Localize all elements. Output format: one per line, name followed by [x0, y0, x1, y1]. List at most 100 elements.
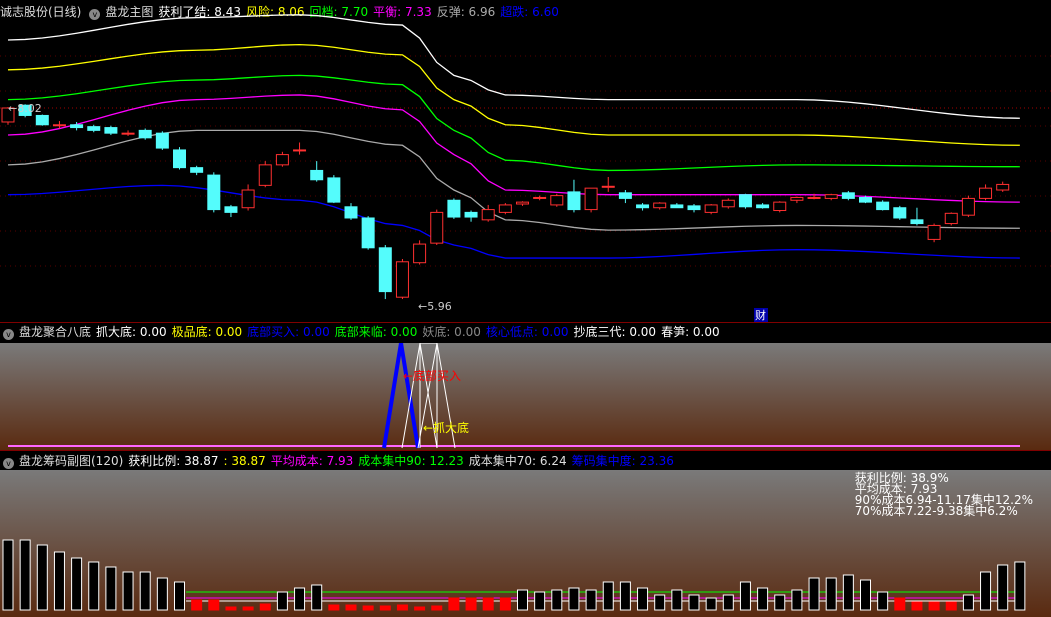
- candle-body: [550, 195, 564, 206]
- candle-body: [961, 197, 975, 216]
- chip-bar: [448, 597, 460, 611]
- candle-body: [653, 202, 667, 209]
- chip-bar: [71, 557, 83, 611]
- candle-body: [70, 124, 84, 129]
- candle-body: [636, 204, 650, 209]
- sub1-value-2: 底部买入: 0.00: [247, 325, 330, 339]
- candle-body: [87, 126, 101, 131]
- candle-body: [224, 206, 238, 213]
- chip-bar: [139, 571, 151, 611]
- candle-body: [876, 201, 890, 211]
- chip-bar: [328, 604, 340, 611]
- finance-badge-label: 财: [755, 308, 766, 322]
- chip-bar: [431, 605, 443, 611]
- candle-body: [841, 192, 855, 199]
- candle-body: [35, 114, 49, 126]
- chip-bar: [225, 606, 237, 611]
- candle-body: [310, 169, 324, 181]
- buy-annotation: ←底部买入: [403, 368, 461, 383]
- candle-body: [824, 194, 838, 199]
- chip-bar: [774, 594, 786, 611]
- chevron-down-icon[interactable]: v: [3, 458, 14, 469]
- candle-body: [138, 129, 152, 139]
- candle-body: [584, 187, 598, 211]
- chip-bar: [619, 581, 631, 611]
- sub2-value-2: 平均成本: 7.93: [270, 454, 354, 468]
- candle-body: [207, 174, 221, 211]
- main-chart: ←8.02 ←5.96 财: [0, 14, 1051, 322]
- chip-bar: [757, 587, 769, 611]
- chip-bar: [654, 594, 666, 611]
- candle-body: [327, 177, 341, 203]
- chip-bar: [19, 539, 31, 611]
- chip-bar: [688, 594, 700, 611]
- candle-body: [687, 205, 701, 211]
- chip-bar: [739, 581, 751, 611]
- chip-bar: [396, 604, 408, 611]
- candle-body: [721, 199, 735, 208]
- chip-bar: [517, 589, 528, 611]
- chip-bar: [1014, 561, 1026, 611]
- sub1-pane: ←底部买入 ←抓大底: [0, 343, 1051, 450]
- candle-body: [773, 201, 787, 212]
- chip-bar: [825, 577, 837, 611]
- candle-body: [859, 196, 872, 203]
- chip-bar: [791, 589, 803, 611]
- chevron-down-icon[interactable]: v: [3, 329, 14, 340]
- chip-bar: [637, 587, 649, 611]
- chip-bar: [379, 605, 391, 611]
- chip-bar: [465, 597, 477, 611]
- candle-body: [704, 204, 718, 213]
- sub1-value-7: 春笋: 0.00: [661, 325, 720, 339]
- candle-body: [121, 132, 135, 135]
- chip-bar: [259, 603, 271, 611]
- sub1-value-6: 抄底三代: 0.00: [573, 325, 657, 339]
- chip-bar: [602, 581, 614, 611]
- chip-bar: [722, 594, 734, 611]
- chip-bar: [311, 584, 323, 611]
- low-price-label: ←5.96: [418, 300, 452, 313]
- sub1-indicator-name[interactable]: 盘龙聚合八底: [19, 325, 91, 339]
- sub1-value-0: 抓大底: 0.00: [96, 325, 167, 339]
- chip-bar: [911, 601, 923, 611]
- sub2-header: v 盘龙筹码副图(120) 获利比例: 38.87: 38.87 平均成本: 7.93…: [0, 452, 684, 470]
- candle-body: [344, 206, 358, 219]
- candle-body: [516, 201, 529, 205]
- candle-body: [275, 154, 289, 166]
- chip-bar: [345, 604, 357, 611]
- candle-body: [413, 243, 427, 264]
- candle-body: [395, 261, 409, 298]
- sub1-value-1: 极品底: 0.00: [171, 325, 243, 339]
- candle-body: [430, 211, 444, 244]
- chip-bar: [962, 594, 974, 611]
- chip-bar: [551, 589, 563, 611]
- chip-bar: [2, 539, 14, 611]
- candle-body: [910, 219, 924, 225]
- candle-body: [241, 189, 255, 209]
- grab-annotation: ←抓大底: [423, 420, 469, 435]
- chip-bar: [997, 564, 1009, 611]
- sub1-value-3: 底部来临: 0.00: [334, 325, 418, 339]
- candle-body: [533, 196, 547, 199]
- candle-body: [293, 149, 307, 152]
- chip-bar: [534, 591, 546, 611]
- chip-bar: [928, 601, 940, 611]
- chip-bar: [88, 561, 100, 611]
- chip-bar: [242, 606, 254, 611]
- candle-body: [567, 191, 581, 211]
- candle-body: [498, 204, 512, 213]
- candle-body: [464, 211, 478, 218]
- candle-body: [790, 196, 804, 201]
- chip-bar: [105, 566, 117, 611]
- sub2-value-1: : 38.87: [223, 454, 266, 468]
- chip-bar: [482, 597, 494, 611]
- chip-bar: [705, 597, 717, 611]
- divider: [0, 450, 1051, 451]
- chip-bar: [980, 571, 992, 611]
- chip-bar: [877, 591, 889, 611]
- chip-bar: [208, 599, 220, 611]
- sub2-indicator-name[interactable]: 盘龙筹码副图(120): [19, 454, 123, 468]
- chip-bar: [568, 587, 580, 611]
- candle-body: [996, 183, 1010, 191]
- candle-body: [738, 194, 752, 208]
